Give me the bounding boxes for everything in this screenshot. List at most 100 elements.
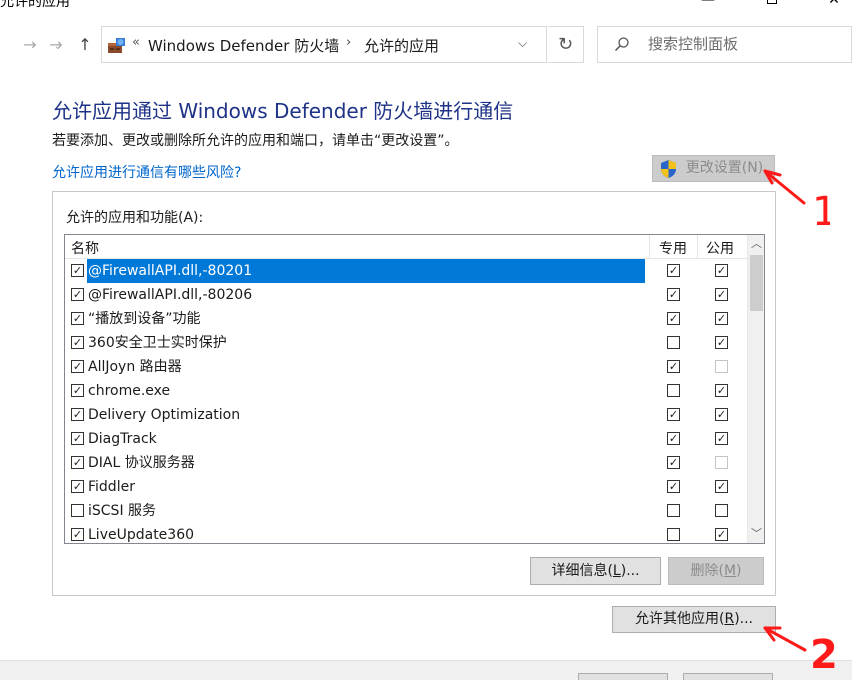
app-name: “播放到设备”功能 [88,311,201,327]
details-button[interactable]: 详细信息(L)... [530,557,661,585]
public-checkbox[interactable]: ✓ [715,288,728,301]
delete-label-tail: ) [736,563,742,579]
public-checkbox[interactable]: ✓ [715,336,728,349]
arrow-up-icon: ↑ [78,35,92,54]
public-checkbox[interactable]: ✓ [715,432,728,445]
vertical-scrollbar[interactable]: ︿ ﹀ [747,235,764,543]
private-checkbox[interactable]: ✓ [667,408,680,421]
scroll-up-icon[interactable]: ︿ [748,235,764,252]
table-row[interactable]: iSCSI 服务 [65,499,745,523]
scroll-down-icon[interactable]: ﹀ [748,525,764,542]
recent-locations-button[interactable]: ⌄ [51,34,65,60]
search-input[interactable] [648,35,838,53]
table-row[interactable]: ✓ AllJoyn 路由器 ✓ [65,355,745,379]
app-name: iSCSI 服务 [88,503,157,519]
row-enable-checkbox[interactable]: ✓ [71,456,84,469]
delete-button[interactable]: 删除(M) [668,557,764,585]
row-enable-checkbox[interactable]: ✓ [71,408,84,421]
ok-button[interactable] [578,673,668,680]
search-icon [614,37,629,52]
row-enable-checkbox[interactable]: ✓ [71,360,84,373]
up-button[interactable]: ↑ [74,32,96,58]
maximize-button[interactable] [752,0,792,10]
column-header-public[interactable]: 公用 [706,238,734,258]
private-checkbox[interactable] [667,504,680,517]
public-checkbox[interactable]: ✓ [715,528,728,541]
breadcrumb-separator-icon[interactable]: › [346,35,351,50]
overflow-chevron-icon[interactable]: « [132,35,140,50]
address-dropdown-icon[interactable]: ⌵ [518,36,527,51]
annotation-mark-1: 1 [812,189,830,230]
scrollbar-thumb[interactable] [750,255,763,311]
list-header: 名称 专用 公用 [65,235,755,259]
back-button[interactable]: → [19,32,41,58]
row-enable-checkbox[interactable] [71,504,84,517]
private-checkbox[interactable]: ✓ [667,312,680,325]
allowed-apps-list[interactable]: 名称 专用 公用 ✓ @FirewallAPI.dll,-80201 ✓ ✓ ✓ @Fir… [64,234,765,544]
table-row[interactable]: ✓ @FirewallAPI.dll,-80206 ✓ ✓ [65,283,745,307]
private-checkbox[interactable] [667,528,680,541]
public-checkbox[interactable] [715,360,728,373]
window-titlebar: 允许的应用 — ✕ [0,0,852,20]
public-checkbox[interactable] [715,504,728,517]
app-name: DIAL 协议服务器 [88,455,195,471]
row-enable-checkbox[interactable]: ✓ [71,288,84,301]
table-row[interactable]: ✓ LiveUpdate360 ✓ [65,523,745,543]
private-checkbox[interactable] [667,384,680,397]
change-settings-button[interactable]: 更改设置(N) [652,155,775,182]
app-name: LiveUpdate360 [88,527,195,543]
table-row[interactable]: ✓ @FirewallAPI.dll,-80201 ✓ ✓ [65,259,745,283]
column-header-private[interactable]: 专用 [659,238,687,258]
private-checkbox[interactable] [667,336,680,349]
public-checkbox[interactable] [715,456,728,469]
breadcrumb-firewall[interactable]: Windows Defender 防火墙 [148,35,339,56]
uac-shield-icon [661,160,676,178]
table-row[interactable]: ✓ Delivery Optimization ✓ ✓ [65,403,745,427]
window-title: 允许的应用 [0,0,70,10]
table-row[interactable]: ✓ DIAL 协议服务器 ✓ [65,451,745,475]
column-divider[interactable] [697,235,698,259]
refresh-button[interactable]: ↻ [548,26,584,63]
maximize-icon [767,0,777,4]
allow-hotkey: R [724,611,735,627]
column-header-name[interactable]: 名称 [71,238,99,258]
row-enable-checkbox[interactable]: ✓ [71,384,84,397]
private-checkbox[interactable]: ✓ [667,264,680,277]
row-enable-checkbox[interactable]: ✓ [71,312,84,325]
table-row[interactable]: ✓ DiagTrack ✓ ✓ [65,427,745,451]
delete-label: 删除( [690,563,724,579]
public-checkbox[interactable]: ✓ [715,312,728,325]
close-button[interactable]: ✕ [816,0,852,10]
risk-link[interactable]: 允许应用进行通信有哪些风险? [52,162,241,182]
public-checkbox[interactable]: ✓ [715,480,728,493]
table-row[interactable]: ✓ “播放到设备”功能 ✓ ✓ [65,307,745,331]
details-hotkey: L [612,563,621,579]
cancel-button[interactable] [683,673,773,680]
private-checkbox[interactable]: ✓ [667,432,680,445]
address-bar[interactable]: « Windows Defender 防火墙 › 允许的应用 ⌵ [101,26,547,63]
allow-another-app-button[interactable]: 允许其他应用(R)... [612,606,776,633]
row-enable-checkbox[interactable]: ✓ [71,528,84,541]
table-row[interactable]: ✓ 360安全卫士实时保护 ✓ [65,331,745,355]
row-enable-checkbox[interactable]: ✓ [71,264,84,277]
private-checkbox[interactable]: ✓ [667,360,680,373]
private-checkbox[interactable]: ✓ [667,480,680,493]
refresh-icon: ↻ [557,34,574,55]
row-enable-checkbox[interactable]: ✓ [71,480,84,493]
search-box[interactable] [597,26,852,63]
public-checkbox[interactable]: ✓ [715,408,728,421]
column-divider[interactable] [649,235,650,259]
table-row[interactable]: ✓ Fiddler ✓ ✓ [65,475,745,499]
app-name: Fiddler [88,479,135,495]
minimize-button[interactable]: — [688,0,728,10]
private-checkbox[interactable]: ✓ [667,456,680,469]
breadcrumb-allowed-apps[interactable]: 允许的应用 [364,35,439,56]
table-row[interactable]: ✓ chrome.exe ✓ [65,379,745,403]
change-settings-label: 更改设置(N) [685,160,764,176]
private-checkbox[interactable]: ✓ [667,288,680,301]
row-enable-checkbox[interactable]: ✓ [71,336,84,349]
row-enable-checkbox[interactable]: ✓ [71,432,84,445]
delete-hotkey: M [723,563,737,579]
public-checkbox[interactable]: ✓ [715,264,728,277]
public-checkbox[interactable]: ✓ [715,384,728,397]
